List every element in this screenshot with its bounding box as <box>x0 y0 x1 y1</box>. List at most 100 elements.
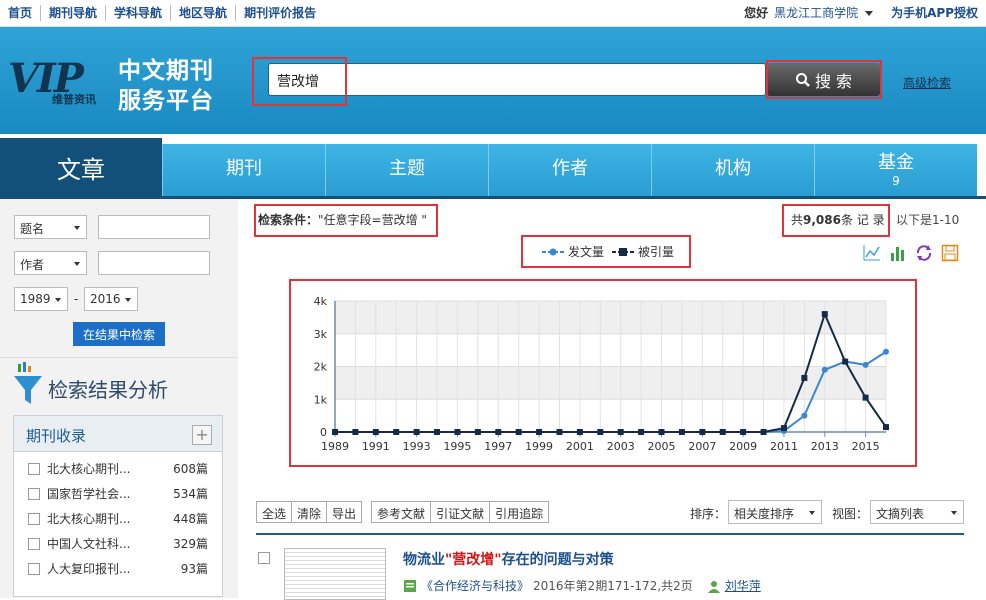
clear-button[interactable]: 清除 <box>291 501 328 523</box>
highlight-box <box>252 57 347 106</box>
checkbox[interactable] <box>28 562 40 575</box>
panel-header[interactable]: 期刊收录 + <box>14 416 222 452</box>
expand-plus-icon[interactable]: + <box>192 425 212 445</box>
result-checkbox[interactable] <box>258 552 270 564</box>
year-dash: - <box>74 292 79 306</box>
data-point <box>821 311 828 318</box>
data-point <box>576 429 583 435</box>
data-point <box>821 366 828 373</box>
result-issue: 2016年第2期171-172,共2页 <box>533 579 693 593</box>
tab-bar: 文章 期刊 主题 作者 机构 基金 9 <box>0 138 986 196</box>
data-point <box>332 429 338 435</box>
checkbox[interactable] <box>28 537 40 550</box>
journal-filter-item[interactable]: 中国人文社科... 329篇 <box>14 531 222 556</box>
line-chart-icon[interactable] <box>863 244 881 262</box>
vip-logo[interactable]: VIP 维普资讯 中文期刊 服务平台 <box>8 51 228 114</box>
chevron-down-icon[interactable] <box>865 10 874 16</box>
search-in-results-button[interactable]: 在结果中检索 <box>73 322 165 346</box>
result-title-link[interactable]: 物流业"营改增"存在的问题与对策 <box>403 549 614 569</box>
data-point <box>352 429 359 435</box>
data-point <box>536 429 543 435</box>
data-point <box>719 429 726 435</box>
tab-journals[interactable]: 期刊 <box>162 144 325 196</box>
tab-label: 主题 <box>389 158 425 179</box>
result-author-link[interactable]: 刘华萍 <box>725 577 761 594</box>
sort-label: 排序： <box>690 507 727 521</box>
tab-authors[interactable]: 作者 <box>488 144 651 196</box>
result-meta: 《合作经济与科技》 2016年第2期171-172,共2页 刘华萍 <box>403 577 761 594</box>
tab-label: 作者 <box>552 158 588 179</box>
view-select[interactable]: 文摘列表 <box>870 500 964 524</box>
panel-title: 期刊收录 <box>26 427 87 445</box>
top-bar: 首页 期刊导航 学科导航 地区导航 期刊评价报告 您好 黑龙江工商学院 为手机A… <box>0 0 986 27</box>
field-input-1[interactable] <box>98 215 210 239</box>
x-tick-label: 2005 <box>648 440 676 453</box>
x-tick-label: 1995 <box>443 440 471 453</box>
sort-select[interactable]: 相关度排序 <box>728 500 822 524</box>
highlight-box <box>521 235 691 268</box>
tab-articles[interactable]: 文章 <box>0 138 162 196</box>
journal-filter-item[interactable]: 国家哲学社会... 534篇 <box>14 481 222 506</box>
journal-filter-item[interactable]: 北大核心期刊... 448篇 <box>14 506 222 531</box>
chevron-down-icon <box>74 262 80 266</box>
journal-icon <box>404 579 416 592</box>
select-all-button[interactable]: 全选 <box>256 501 293 523</box>
data-point <box>454 429 461 435</box>
data-point <box>862 394 869 401</box>
field-select-1-value: 题名 <box>20 222 45 236</box>
x-tick-label: 1999 <box>525 440 553 453</box>
chevron-down-icon <box>125 298 131 302</box>
y-tick-label: 3k <box>314 328 328 341</box>
data-point <box>474 429 481 435</box>
result-source-link[interactable]: 《合作经济与科技》 <box>421 577 529 594</box>
field-select-2[interactable]: 作者 <box>14 251 87 275</box>
data-point <box>658 429 665 435</box>
nav-region-link[interactable]: 地区导航 <box>171 5 237 21</box>
data-point <box>699 429 706 435</box>
journal-panel: 期刊收录 + 北大核心期刊... 608篇 国家哲学社会... 534篇 北大核心期… <box>13 415 223 597</box>
checkbox[interactable] <box>28 462 40 475</box>
article-thumbnail[interactable] <box>284 548 386 600</box>
tab-label: 基金 <box>878 152 914 173</box>
checkbox[interactable] <box>28 487 40 500</box>
bar-chart-icon[interactable] <box>889 244 907 262</box>
tab-funds[interactable]: 基金 9 <box>814 144 977 196</box>
citation-tracking-button[interactable]: 引用追踪 <box>489 501 550 523</box>
chart-tools <box>863 244 959 262</box>
brand-line1: 中文期刊 <box>118 58 214 84</box>
tab-topics[interactable]: 主题 <box>325 144 488 196</box>
year-to-value: 2016 <box>90 292 121 306</box>
journal-count: 534篇 <box>173 487 208 501</box>
field-select-1[interactable]: 题名 <box>14 215 87 239</box>
journal-count: 608篇 <box>173 462 208 476</box>
year-from-select[interactable]: 1989 <box>14 287 68 311</box>
citing-button[interactable]: 引证文献 <box>430 501 491 523</box>
references-button[interactable]: 参考文献 <box>371 501 432 523</box>
tab-institutions[interactable]: 机构 <box>651 144 814 196</box>
nav-subject-link[interactable]: 学科导航 <box>106 5 172 21</box>
field-input-2[interactable] <box>98 251 210 275</box>
nav-journal-link[interactable]: 期刊导航 <box>41 5 107 21</box>
data-point <box>862 361 869 368</box>
data-point <box>883 348 889 355</box>
journal-filter-item[interactable]: 北大核心期刊... 608篇 <box>14 456 222 481</box>
institution-dropdown[interactable]: 黑龙江工商学院 <box>774 5 858 21</box>
save-icon[interactable] <box>941 244 959 262</box>
journal-count: 93篇 <box>180 562 208 576</box>
greeting: 您好 <box>744 6 769 20</box>
app-auth-link[interactable]: 为手机APP授权 <box>891 5 978 21</box>
checkbox[interactable] <box>28 512 40 525</box>
results-divider <box>256 533 964 535</box>
data-point <box>801 374 808 381</box>
author-icon <box>707 580 720 593</box>
y-tick-label: 1k <box>314 393 328 406</box>
refresh-icon[interactable] <box>915 244 933 262</box>
year-to-select[interactable]: 2016 <box>84 287 138 311</box>
export-button[interactable]: 导出 <box>326 501 363 523</box>
journal-filter-item[interactable]: 人大复印报刊... 93篇 <box>14 556 222 581</box>
advanced-search-link[interactable]: 高级检索 <box>903 74 951 91</box>
nav-report-link[interactable]: 期刊评价报告 <box>236 5 324 21</box>
nav-home-link[interactable]: 首页 <box>0 5 42 21</box>
tab-count: 9 <box>892 174 900 188</box>
x-tick-label: 1991 <box>362 440 390 453</box>
